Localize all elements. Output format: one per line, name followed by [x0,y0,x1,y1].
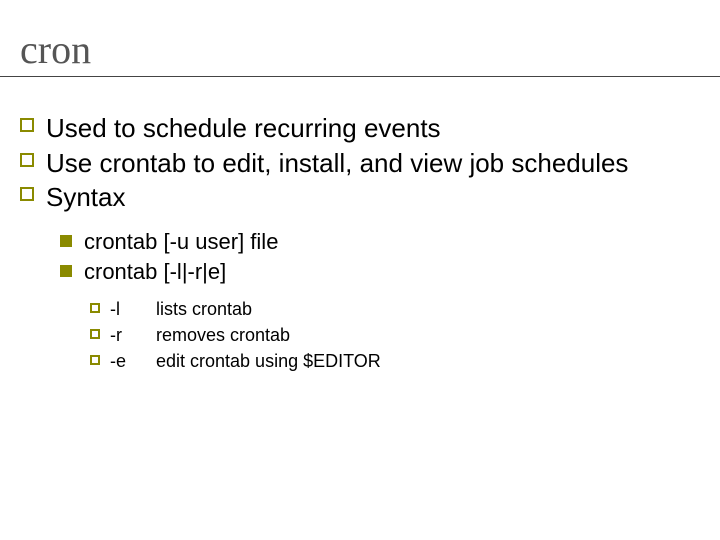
hollow-square-icon [20,187,34,201]
filled-square-icon [60,235,72,247]
bullet-text: Syntax [46,182,126,212]
bullet-level1: Use crontab to edit, install, and view j… [20,147,700,180]
bullet-level3: -l lists crontab [90,297,700,321]
bullet-text: Use crontab to edit, install, and view j… [46,148,628,178]
bullet-text: Used to schedule recurring events [46,113,441,143]
slide: cron Used to schedule recurring events U… [0,0,720,540]
flags-list: -l lists crontab -r removes crontab -e e… [90,297,700,374]
title-rule [0,76,720,77]
hollow-square-icon [90,329,100,339]
hollow-square-icon [90,303,100,313]
bullet-level2: crontab [-u user] file [60,228,700,257]
bullet-level3: -r removes crontab [90,323,700,347]
flag-name: -r [110,323,156,347]
bullet-level3: -e edit crontab using $EDITOR [90,349,700,373]
hollow-square-icon [90,355,100,365]
bullet-level1: Used to schedule recurring events [20,112,700,145]
syntax-text: crontab [-l|-r|e] [84,259,226,284]
bullet-level1: Syntax [20,181,700,214]
hollow-square-icon [20,118,34,132]
filled-square-icon [60,265,72,277]
flag-desc: removes crontab [156,323,700,347]
slide-title: cron [0,30,720,70]
flag-desc: lists crontab [156,297,700,321]
slide-body: Used to schedule recurring events Use cr… [20,110,700,376]
flag-name: -e [110,349,156,373]
syntax-text: crontab [-u user] file [84,229,278,254]
flag-name: -l [110,297,156,321]
syntax-list: crontab [-u user] file crontab [-l|-r|e]… [60,228,700,374]
hollow-square-icon [20,153,34,167]
title-area: cron [0,30,720,85]
flag-desc: edit crontab using $EDITOR [156,349,700,373]
bullet-level2: crontab [-l|-r|e] [60,258,700,287]
